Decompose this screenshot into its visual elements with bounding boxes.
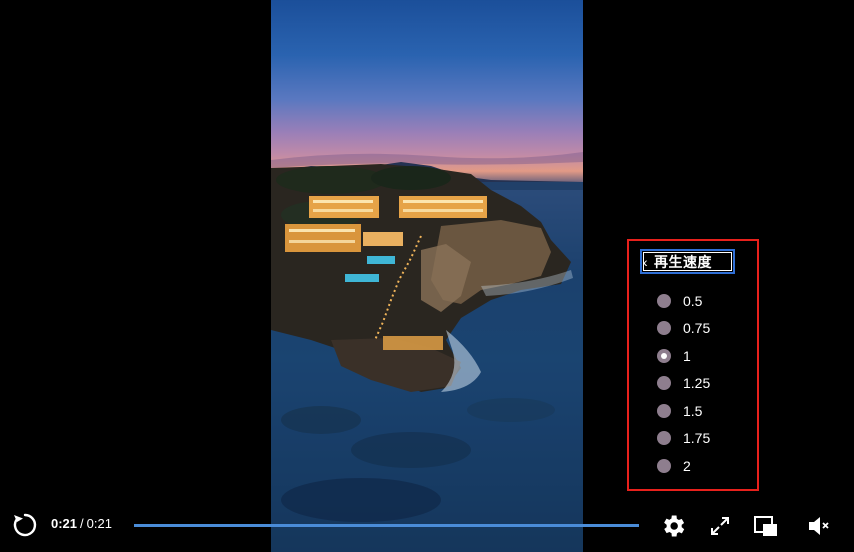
speed-option-1-5[interactable]: 1.5 xyxy=(657,400,702,422)
speed-option-0-75[interactable]: 0.75 xyxy=(657,317,710,339)
speed-option-label: 0.75 xyxy=(683,320,711,336)
gear-icon xyxy=(664,515,685,537)
radio-icon xyxy=(657,376,671,390)
picture-in-picture-icon xyxy=(754,516,777,536)
speed-option-label: 1 xyxy=(683,348,691,364)
replay-button[interactable] xyxy=(12,512,38,538)
speaker-muted-icon xyxy=(809,517,829,535)
time-separator: / xyxy=(80,516,84,531)
radio-selected-icon xyxy=(657,349,671,363)
video-player[interactable]: ‹ 再生速度 0.5 0.75 1 1.25 1.5 1.75 2 0:21 /… xyxy=(0,0,854,552)
chevron-left-icon: ‹ xyxy=(643,253,648,270)
progress-bar[interactable] xyxy=(134,524,639,527)
fullscreen-icon xyxy=(711,517,729,535)
progress-fill xyxy=(134,524,639,527)
speed-option-label: 1.25 xyxy=(683,375,711,391)
speed-option-0-5[interactable]: 0.5 xyxy=(657,290,702,312)
speed-menu-back-button[interactable]: ‹ 再生速度 xyxy=(640,249,735,274)
mute-button[interactable] xyxy=(805,512,833,540)
radio-icon xyxy=(657,431,671,445)
radio-icon xyxy=(657,459,671,473)
radio-icon xyxy=(657,294,671,308)
video-frame[interactable] xyxy=(271,0,583,552)
radio-icon xyxy=(657,321,671,335)
duration: 0:21 xyxy=(86,516,112,531)
radio-icon xyxy=(657,404,671,418)
current-time: 0:21 xyxy=(51,516,78,531)
speed-option-label: 1.5 xyxy=(683,403,703,419)
speed-option-label: 1.75 xyxy=(683,430,711,446)
speed-option-label: 2 xyxy=(683,458,691,474)
picture-in-picture-button[interactable] xyxy=(752,512,780,540)
replay-icon xyxy=(13,513,37,537)
video-scene xyxy=(271,152,583,552)
speed-option-1[interactable]: 1 xyxy=(657,345,691,367)
fullscreen-button[interactable] xyxy=(706,512,734,540)
speed-option-1-25[interactable]: 1.25 xyxy=(657,372,710,394)
control-bar: 0:21/0:21 xyxy=(0,505,854,545)
speed-menu-title: 再生速度 xyxy=(654,253,712,270)
speed-option-label: 0.5 xyxy=(683,293,703,309)
time-display: 0:21/0:21 xyxy=(51,516,112,531)
playback-speed-menu: ‹ 再生速度 0.5 0.75 1 1.25 1.5 1.75 2 xyxy=(627,239,759,491)
speed-option-2[interactable]: 2 xyxy=(657,455,691,477)
settings-button[interactable] xyxy=(659,512,687,540)
speed-option-1-75[interactable]: 1.75 xyxy=(657,427,710,449)
